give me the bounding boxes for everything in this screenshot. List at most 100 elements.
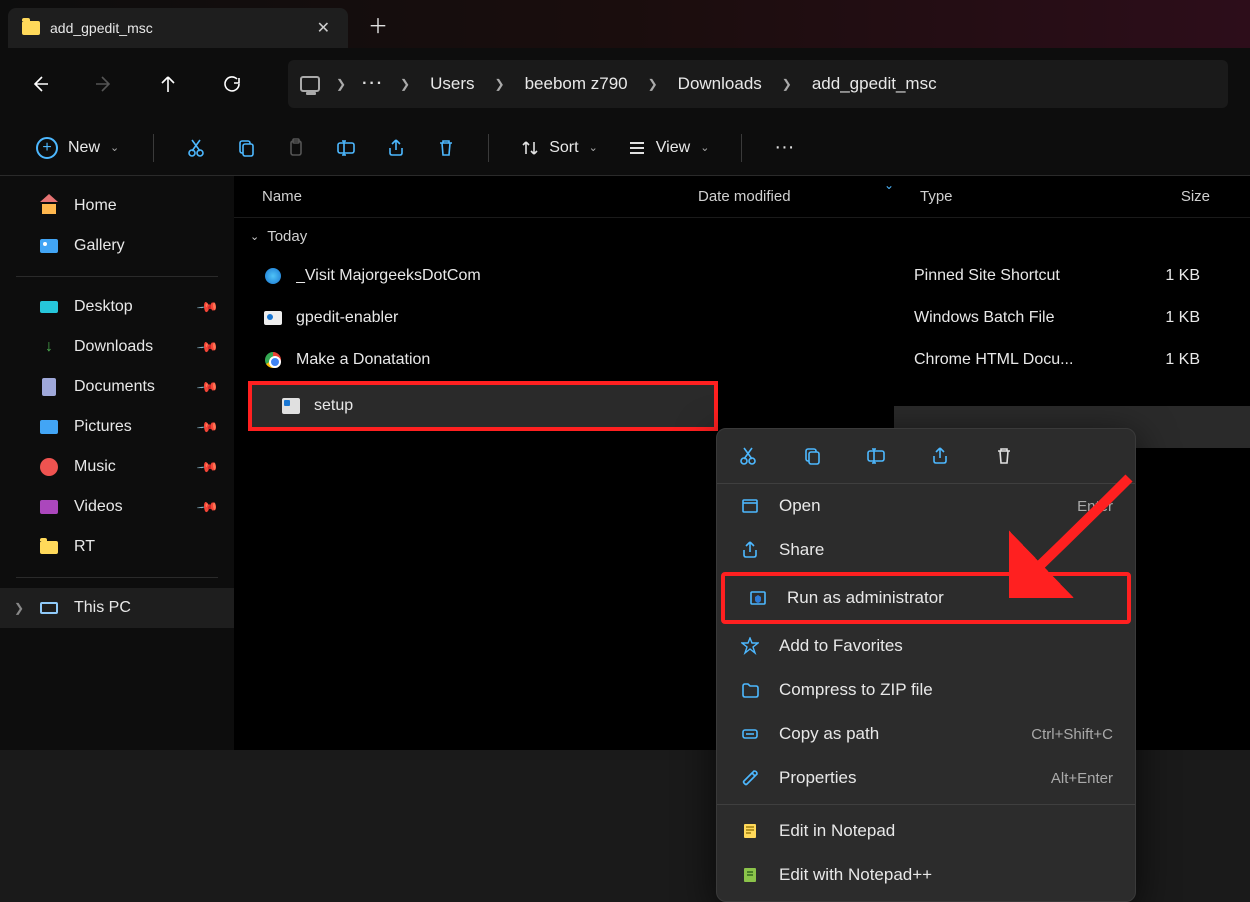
file-row[interactable]: gpedit-enabler Windows Batch File 1 KB xyxy=(234,297,1250,339)
sidebar-item-music[interactable]: Music📌 xyxy=(0,447,234,487)
file-size: 1 KB xyxy=(1100,267,1200,285)
new-button[interactable]: + New ⌄ xyxy=(24,131,131,165)
breadcrumb-segment[interactable]: Downloads xyxy=(668,68,772,100)
file-name: setup xyxy=(314,397,710,415)
breadcrumb-segment[interactable]: beebom z790 xyxy=(515,68,638,100)
notepad-icon xyxy=(739,820,761,842)
rename-icon[interactable] xyxy=(863,443,889,469)
sidebar-item-desktop[interactable]: Desktop📌 xyxy=(0,287,234,327)
file-type: Chrome HTML Docu... xyxy=(914,351,1100,369)
path-icon xyxy=(739,723,761,745)
file-type: Pinned Site Shortcut xyxy=(914,267,1100,285)
up-button[interactable] xyxy=(150,66,186,102)
plus-circle-icon: + xyxy=(36,137,58,159)
breadcrumb-segment[interactable]: Users xyxy=(420,68,484,100)
copy-icon[interactable] xyxy=(799,443,825,469)
share-icon[interactable] xyxy=(376,128,416,168)
share-icon[interactable] xyxy=(927,443,953,469)
sidebar-item-label: Music xyxy=(74,458,116,476)
group-header[interactable]: ⌄ Today xyxy=(234,218,1250,255)
column-size[interactable]: Size xyxy=(1110,188,1210,205)
shield-icon xyxy=(747,587,769,609)
more-icon[interactable]: ··· xyxy=(764,128,804,168)
separator xyxy=(741,134,742,162)
delete-icon[interactable] xyxy=(991,443,1017,469)
sidebar-item-label: Gallery xyxy=(74,237,125,255)
sidebar-item-folder[interactable]: RT xyxy=(0,527,234,567)
chevron-right-icon[interactable]: ❯ xyxy=(330,77,352,91)
shortcut-label: Ctrl+Shift+C xyxy=(1031,726,1113,743)
sort-button[interactable]: Sort ⌄ xyxy=(511,133,608,163)
context-item-favorites[interactable]: Add to Favorites xyxy=(717,624,1135,668)
file-row[interactable]: Make a Donatation Chrome HTML Docu... 1 … xyxy=(234,339,1250,381)
pc-icon[interactable] xyxy=(300,76,320,92)
view-button[interactable]: View ⌄ xyxy=(618,133,720,163)
sidebar-item-home[interactable]: Home xyxy=(0,186,234,226)
chevron-right-icon[interactable]: ❯ xyxy=(394,77,416,91)
context-item-edit-notepad[interactable]: Edit in Notepad xyxy=(717,809,1135,853)
home-icon xyxy=(40,198,58,214)
paste-icon[interactable] xyxy=(276,128,316,168)
chevron-right-icon[interactable]: ❯ xyxy=(489,77,511,91)
context-item-open[interactable]: Open Enter xyxy=(717,484,1135,528)
chevron-right-icon[interactable]: ❯ xyxy=(642,77,664,91)
delete-icon[interactable] xyxy=(426,128,466,168)
view-label: View xyxy=(656,139,690,157)
sort-indicator-icon: ⌄ xyxy=(884,178,894,192)
sidebar-item-pictures[interactable]: Pictures📌 xyxy=(0,407,234,447)
context-item-edit-npp[interactable]: Edit with Notepad++ xyxy=(717,853,1135,897)
context-item-properties[interactable]: Properties Alt+Enter xyxy=(717,756,1135,800)
chevron-down-icon: ⌄ xyxy=(250,230,259,243)
breadcrumb-segment[interactable]: add_gpedit_msc xyxy=(802,68,947,100)
file-name: gpedit-enabler xyxy=(296,309,692,327)
context-item-label: Open xyxy=(779,496,1059,516)
tab-active[interactable]: add_gpedit_msc ✕ xyxy=(8,8,348,48)
cut-icon[interactable] xyxy=(176,128,216,168)
new-tab-button[interactable]: ＋ xyxy=(368,10,388,39)
back-button[interactable] xyxy=(22,66,58,102)
columns-header: Name Date modified⌄ Type Size xyxy=(234,176,1250,218)
sidebar-item-documents[interactable]: Documents📌 xyxy=(0,367,234,407)
column-type[interactable]: Type xyxy=(920,188,1110,205)
chevron-down-icon: ⌄ xyxy=(110,141,119,154)
new-label: New xyxy=(68,139,100,157)
sidebar-item-label: Videos xyxy=(74,498,123,516)
context-item-share[interactable]: Share xyxy=(717,528,1135,572)
file-type: Windows Batch File xyxy=(914,309,1100,327)
copy-icon[interactable] xyxy=(226,128,266,168)
context-item-compress[interactable]: Compress to ZIP file xyxy=(717,668,1135,712)
context-menu: Open Enter Share Run as administrator Ad… xyxy=(716,428,1136,902)
context-item-label: Add to Favorites xyxy=(779,636,1113,656)
refresh-button[interactable] xyxy=(214,66,250,102)
group-label: Today xyxy=(267,228,307,245)
gallery-icon xyxy=(40,239,58,253)
cut-icon[interactable] xyxy=(735,443,761,469)
close-tab-icon[interactable]: ✕ xyxy=(313,18,334,38)
rename-icon[interactable] xyxy=(326,128,366,168)
context-item-label: Properties xyxy=(779,768,1033,788)
column-date[interactable]: Date modified⌄ xyxy=(698,188,920,205)
sidebar-item-videos[interactable]: Videos📌 xyxy=(0,487,234,527)
context-item-run-admin[interactable]: Run as administrator xyxy=(721,572,1131,624)
file-row[interactable]: _Visit MajorgeeksDotCom Pinned Site Shor… xyxy=(234,255,1250,297)
sidebar-item-gallery[interactable]: Gallery xyxy=(0,226,234,266)
context-item-label: Run as administrator xyxy=(787,588,1105,608)
sidebar-item-downloads[interactable]: ↓Downloads📌 xyxy=(0,327,234,367)
file-row-selected[interactable]: setup xyxy=(248,381,718,431)
forward-button[interactable] xyxy=(86,66,122,102)
breadcrumb[interactable]: ❯ ··· ❯ Users ❯ beebom z790 ❯ Downloads … xyxy=(288,60,1228,108)
sidebar-item-label: Desktop xyxy=(74,298,133,316)
breadcrumb-overflow[interactable]: ··· xyxy=(356,75,390,93)
sort-label: Sort xyxy=(549,139,578,157)
sidebar-item-thispc[interactable]: ❯This PC xyxy=(0,588,234,628)
separator xyxy=(153,134,154,162)
context-item-copypath[interactable]: Copy as path Ctrl+Shift+C xyxy=(717,712,1135,756)
title-bar: add_gpedit_msc ✕ ＋ xyxy=(0,0,1250,48)
wrench-icon xyxy=(739,767,761,789)
context-item-label: Copy as path xyxy=(779,724,1013,744)
column-name[interactable]: Name xyxy=(262,188,698,205)
sidebar-item-label: Documents xyxy=(74,378,155,396)
shortcut-label: Enter xyxy=(1077,498,1113,515)
chevron-right-icon[interactable]: ❯ xyxy=(776,77,798,91)
file-size: 1 KB xyxy=(1100,351,1200,369)
